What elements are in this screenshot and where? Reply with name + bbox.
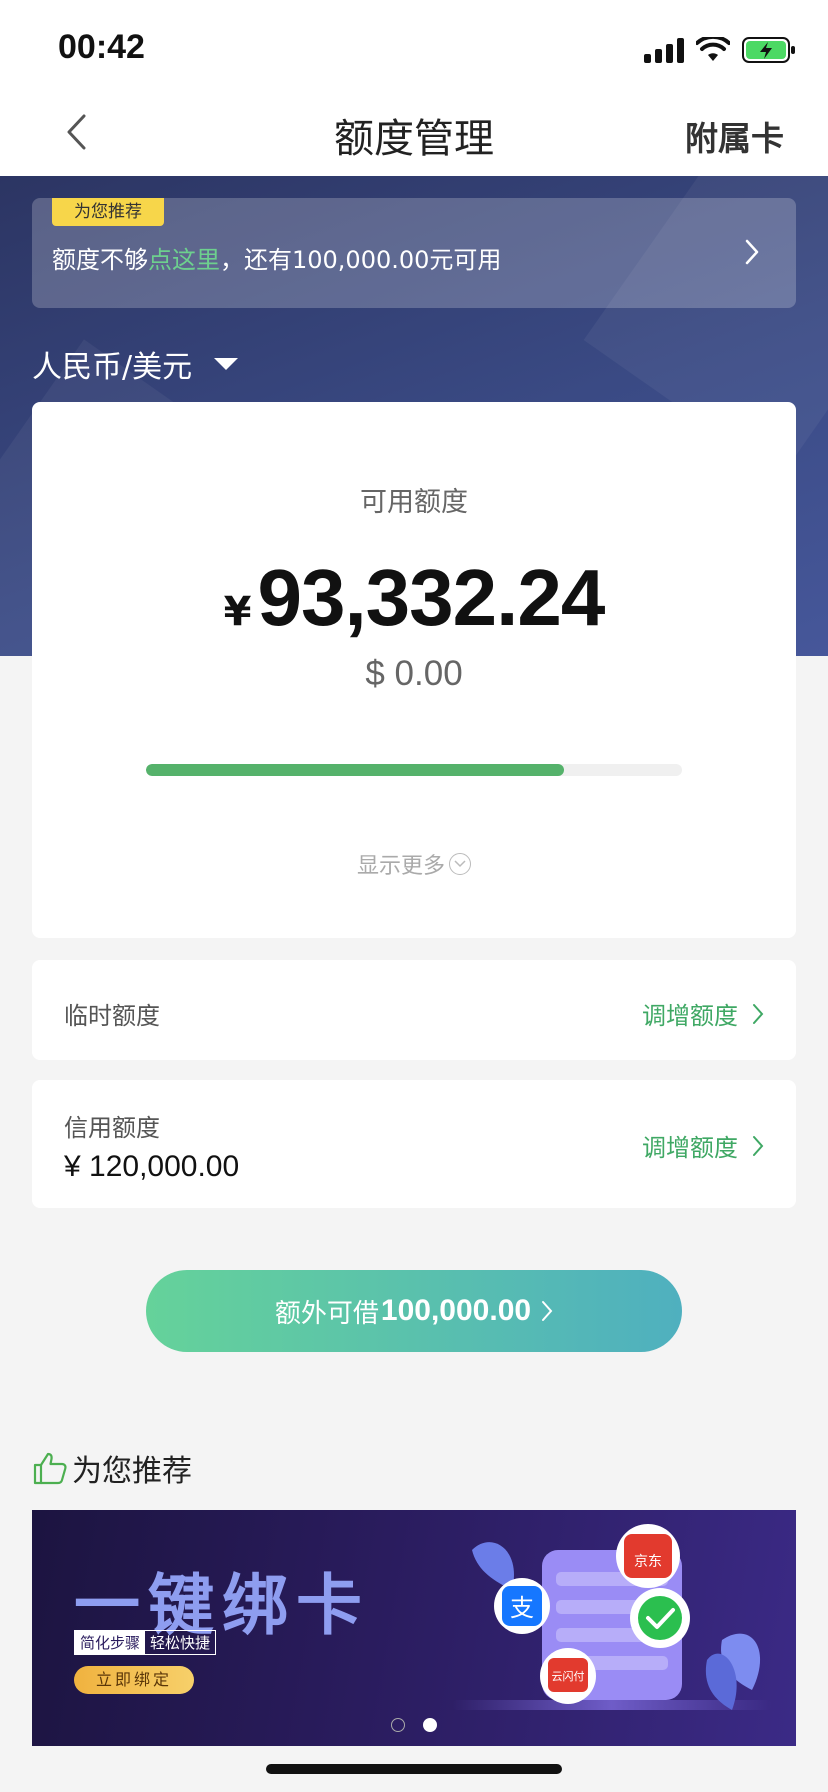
cny-amount-row: ¥ 93,332.24 xyxy=(32,552,796,644)
chevron-right-icon xyxy=(745,239,759,265)
unionpay-badge-text: 云闪付 xyxy=(552,1669,585,1683)
payment-apps-illustration: 京东 支 云闪付 xyxy=(472,1524,761,1710)
show-more-label: 显示更多 xyxy=(356,854,445,879)
increase-limit-label: 调增额度 xyxy=(642,1002,738,1030)
jd-badge-text: 京东 xyxy=(634,1554,662,1570)
home-indicator xyxy=(266,1764,562,1774)
chevron-down-circle-icon xyxy=(449,853,471,875)
chevron-right-icon xyxy=(753,1135,764,1156)
chevron-right-icon xyxy=(542,1301,553,1321)
usage-progress-fill xyxy=(146,764,565,776)
increase-limit-label: 调增额度 xyxy=(642,1134,738,1162)
temporary-limit-row[interactable]: 临时额度 调增额度 xyxy=(32,960,796,1060)
caret-down-icon xyxy=(214,358,239,370)
temporary-limit-label: 临时额度 xyxy=(64,1002,160,1030)
status-icons xyxy=(644,32,796,68)
thumbs-up-icon xyxy=(33,1452,67,1485)
navigation-bar: 额度管理 附属卡 xyxy=(0,88,828,176)
limit-promo-banner[interactable]: 为您推荐 额度不够点这里，还有100,000.00元可用 xyxy=(32,198,796,308)
increase-temporary-limit-button[interactable]: 调增额度 xyxy=(642,996,764,1031)
currency-selector[interactable]: 人民币/美元 xyxy=(32,342,239,386)
battery-charging-icon xyxy=(742,37,795,63)
promo-text-before: 额度不够 xyxy=(52,246,148,274)
promo-text-after: ，还有100,000.00元可用 xyxy=(220,246,502,274)
carousel-dot[interactable] xyxy=(391,1718,405,1732)
bind-card-ad-banner[interactable]: 一键绑卡 简化步骤 轻松快捷 立即绑定 京东 支 云闪付 xyxy=(32,1510,796,1746)
alipay-badge-text: 支 xyxy=(510,1594,534,1622)
wifi-icon xyxy=(696,37,730,61)
available-limit-card: 可用额度 ¥ 93,332.24 $ 0.00 显示更多 xyxy=(32,402,796,938)
credit-limit-label: 信用额度 xyxy=(64,1114,160,1142)
status-time: 00:42 xyxy=(58,28,145,66)
recommend-header: 为您推荐 xyxy=(32,1446,192,1490)
carousel-dots xyxy=(32,1718,796,1732)
recommend-title: 为您推荐 xyxy=(72,1454,192,1489)
extra-borrow-prefix: 额外可借 xyxy=(274,1298,379,1329)
extra-borrow-button[interactable]: 额外可借 100,000.00 xyxy=(146,1270,682,1352)
cellular-signal-icon xyxy=(644,37,684,63)
increase-credit-limit-button[interactable]: 调增额度 xyxy=(642,1128,764,1163)
bind-now-button[interactable]: 立即绑定 xyxy=(74,1666,194,1694)
ad-tags: 简化步骤 轻松快捷 xyxy=(74,1630,217,1655)
chevron-right-icon xyxy=(753,1003,764,1024)
usage-progress-bar xyxy=(146,764,682,776)
credit-limit-value: ¥ 120,000.00 xyxy=(64,1150,240,1183)
show-more-button[interactable]: 显示更多 xyxy=(32,848,796,880)
extra-borrow-amount: 100,000.00 xyxy=(380,1294,532,1327)
cny-available-amount: 93,332.24 xyxy=(257,553,605,642)
status-bar: 00:42 xyxy=(0,0,828,88)
supplementary-card-button[interactable]: 附属卡 xyxy=(685,112,784,160)
promo-text: 额度不够点这里，还有100,000.00元可用 xyxy=(52,240,501,275)
usd-available-amount: $ 0.00 xyxy=(365,654,463,693)
ad-tag: 简化步骤 xyxy=(75,1631,146,1654)
cny-symbol: ¥ xyxy=(223,589,252,635)
promo-link[interactable]: 点这里 xyxy=(148,246,220,274)
available-limit-label: 可用额度 xyxy=(360,487,468,518)
promo-tag: 为您推荐 xyxy=(52,198,164,226)
carousel-dot-active[interactable] xyxy=(423,1718,437,1732)
credit-limit-row[interactable]: 信用额度 ¥ 120,000.00 调增额度 xyxy=(32,1080,796,1208)
currency-label: 人民币/美元 xyxy=(32,350,193,385)
ad-tag: 轻松快捷 xyxy=(150,1634,211,1652)
